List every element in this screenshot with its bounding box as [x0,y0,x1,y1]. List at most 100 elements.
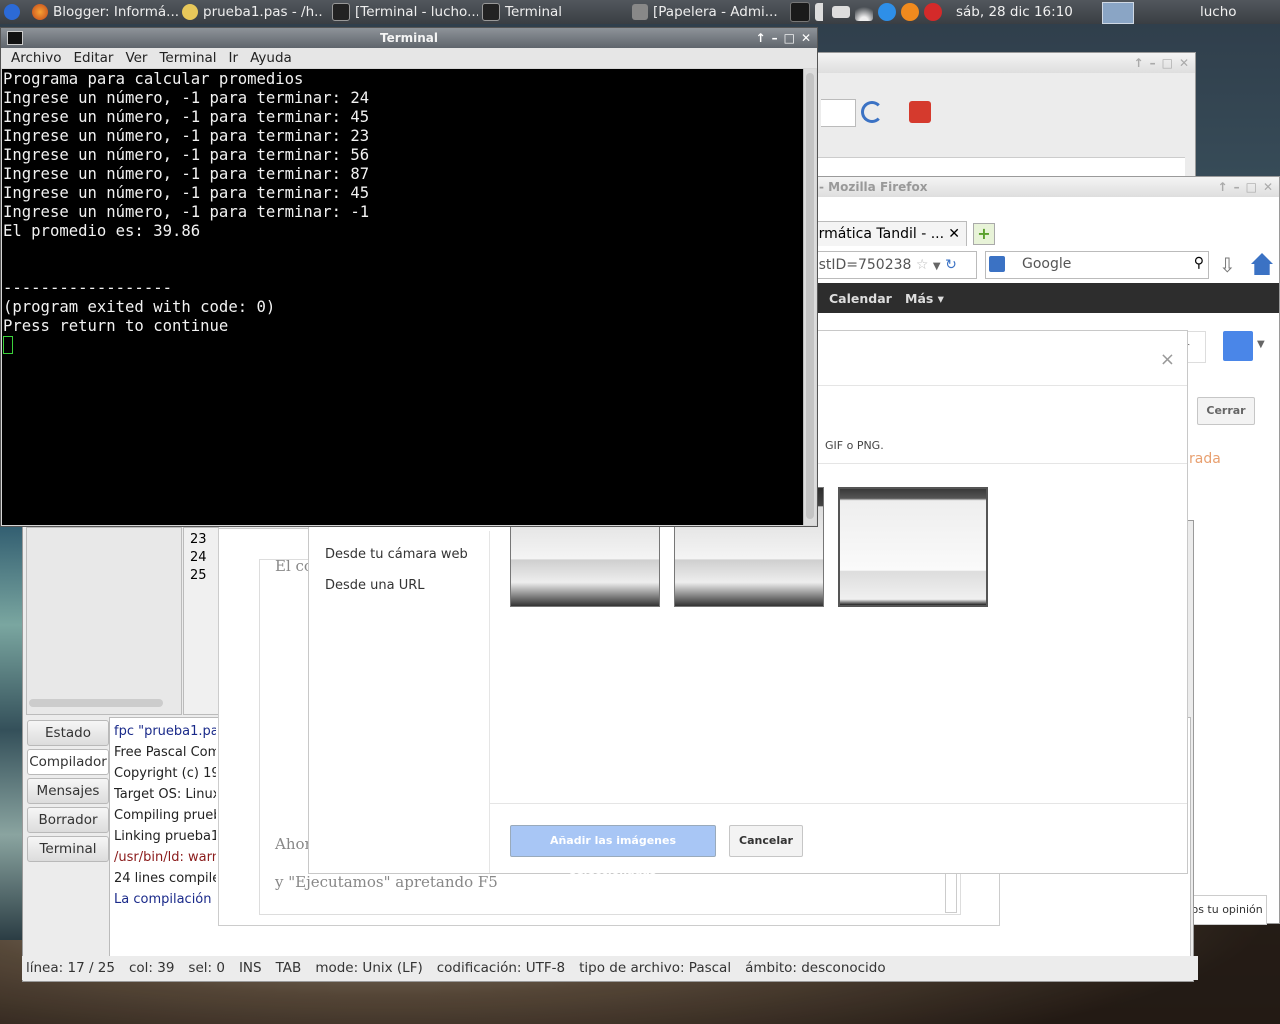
compiler-message[interactable]: Target OS: Linux [114,787,216,802]
add-images-button[interactable]: Añadir las imágenes seleccionadas [510,825,716,877]
google-engine-icon[interactable] [989,256,1005,272]
tab-estado[interactable]: Estado [27,720,109,746]
compiler-message[interactable]: fpc "prueba1.pas [114,724,216,739]
window-title: - Mozilla Firefox [819,180,928,194]
taskbar-item-terminal[interactable]: Terminal [482,0,602,24]
window-titlebar: ↑ – □ ✕ [809,53,1195,73]
menu-archivo[interactable]: Archivo [5,48,67,68]
sidebar-scrollbar[interactable] [29,699,163,707]
tab-terminal[interactable]: Terminal [27,836,109,862]
taskbar-item-papelera[interactable]: [Papelera - Admi... [632,0,778,24]
menu-ayuda[interactable]: Ayuda [244,48,298,68]
restore-icon[interactable]: □ [1246,177,1257,197]
power-icon[interactable] [909,101,931,123]
compiler-message[interactable]: Free Pascal Comp [114,745,216,760]
compiler-message[interactable]: /usr/bin/ld: warni [114,850,216,865]
bug-icon[interactable] [924,3,942,21]
terminal-scrollbar[interactable] [803,69,816,525]
close-editor-button[interactable]: Cerrar [1197,397,1255,425]
volume-icon[interactable] [815,3,827,21]
status-mode: mode: Unix (LF) [315,960,423,976]
trash-icon [632,4,648,20]
terminal-line: Ingrese un número, -1 para terminar: -1 [3,203,370,221]
applications-menu-button[interactable] [4,0,26,24]
source-webcam[interactable]: Desde tu cámara web [325,547,468,562]
clear-button[interactable] [821,99,856,127]
wifi-icon[interactable] [855,3,873,21]
source-url[interactable]: Desde una URL [325,578,425,593]
compiler-message[interactable]: 24 lines compiled [114,871,216,886]
browser-tab-label: ormática Tandil - ... [810,226,945,242]
side-link-text[interactable]: rada [1189,451,1221,467]
minimize-icon[interactable]: – [1234,177,1240,197]
search-bar[interactable]: Google ⚲ [985,251,1209,279]
nav-calendar[interactable]: Calendar [829,291,892,306]
reload-icon[interactable]: ↻ [945,257,957,273]
menu-ver[interactable]: Ver [119,48,153,68]
google-nav-bar: Calendar Más ▾ [809,283,1279,313]
clock[interactable]: sáb, 28 dic 16:10 [956,0,1073,24]
xfce-mouse-icon [4,4,20,20]
maximize-icon[interactable]: ↑ [1218,177,1228,197]
taskbar-item-blogger[interactable]: Blogger: Informá... [32,0,178,24]
url-strip[interactable] [809,157,1185,176]
scrollbar-thumb[interactable] [806,73,814,519]
update-icon[interactable] [901,3,919,21]
geany-statusbar: línea: 17 / 25 col: 39 sel: 0 INS TAB mo… [22,956,1198,980]
info-icon[interactable] [878,3,896,21]
minimize-icon[interactable]: – [1150,53,1156,73]
terminal-line: Press return to continue [3,317,229,335]
download-icon[interactable]: ⇩ [1219,253,1239,277]
nav-more[interactable]: Más ▾ [905,291,944,306]
system-monitor-icon[interactable] [790,2,810,22]
restore-icon[interactable]: □ [784,28,795,48]
avatar[interactable] [1223,331,1253,361]
post-scrollbar[interactable] [945,869,957,913]
workspace-switcher[interactable] [1102,2,1134,24]
tab-compilador[interactable]: Compilador [27,749,109,775]
compiler-message[interactable]: Copyright (c) 199 [114,766,216,781]
cancel-button[interactable]: Cancelar [729,825,803,857]
browser-tab[interactable]: ormática Tandil - ... ✕ [809,221,967,246]
terminal-screen[interactable]: Programa para calcular promedios Ingrese … [2,69,804,525]
dialog-sidebar-divider [489,531,490,873]
restore-icon[interactable]: □ [1162,53,1173,73]
tab-borrador[interactable]: Borrador [27,807,109,833]
terminal-line: ------------------ [3,279,172,297]
close-icon[interactable]: × [1160,349,1175,370]
chevron-down-icon[interactable]: ▼ [933,261,941,272]
image-thumbnail-selected[interactable] [838,487,988,607]
terminal-line: Ingrese un número, -1 para terminar: 45 [3,184,370,202]
maximize-icon[interactable]: ↑ [756,28,766,48]
bookmark-star-icon[interactable]: ☆ [916,257,929,273]
minimize-icon[interactable]: – [772,28,778,48]
search-icon[interactable]: ⚲ [1194,255,1204,271]
taskbar-item-terminal-lucho[interactable]: [Terminal - lucho... [332,0,478,24]
line-number: 24 [190,550,207,565]
tab-close-icon[interactable]: ✕ [948,222,960,246]
close-icon[interactable]: ✕ [1179,53,1189,73]
menu-ir[interactable]: Ir [223,48,245,68]
taskbar-item-geany[interactable]: prueba1.pas - /h... [182,0,324,24]
close-icon[interactable]: ✕ [801,28,811,48]
search-input[interactable]: Google [1022,256,1071,272]
tab-mensajes[interactable]: Mensajes [27,778,109,804]
top-panel: Blogger: Informá... prueba1.pas - /h... … [0,0,1280,24]
dialog-footer-divider [489,803,1187,804]
compiler-message[interactable]: La compilación h [114,892,216,907]
reload-icon[interactable] [861,101,883,123]
compiler-message[interactable]: Linking prueba1 [114,829,216,844]
menu-terminal[interactable]: Terminal [153,48,222,68]
close-icon[interactable]: ✕ [1263,177,1273,197]
home-icon[interactable] [1251,253,1273,275]
mail-icon[interactable] [832,6,850,18]
menu-editar[interactable]: Editar [67,48,119,68]
user-name[interactable]: lucho [1200,0,1237,24]
new-tab-button[interactable]: + [973,223,995,245]
status-tab: TAB [275,960,302,976]
chevron-down-icon[interactable]: ▼ [1257,339,1265,350]
terminal-line: Ingrese un número, -1 para terminar: 56 [3,146,370,164]
compiler-message[interactable]: Compiling prueba [114,808,216,823]
maximize-icon[interactable]: ↑ [1134,53,1144,73]
url-bar[interactable]: ostID=750238 ☆ ▼ ↻ [809,251,977,279]
